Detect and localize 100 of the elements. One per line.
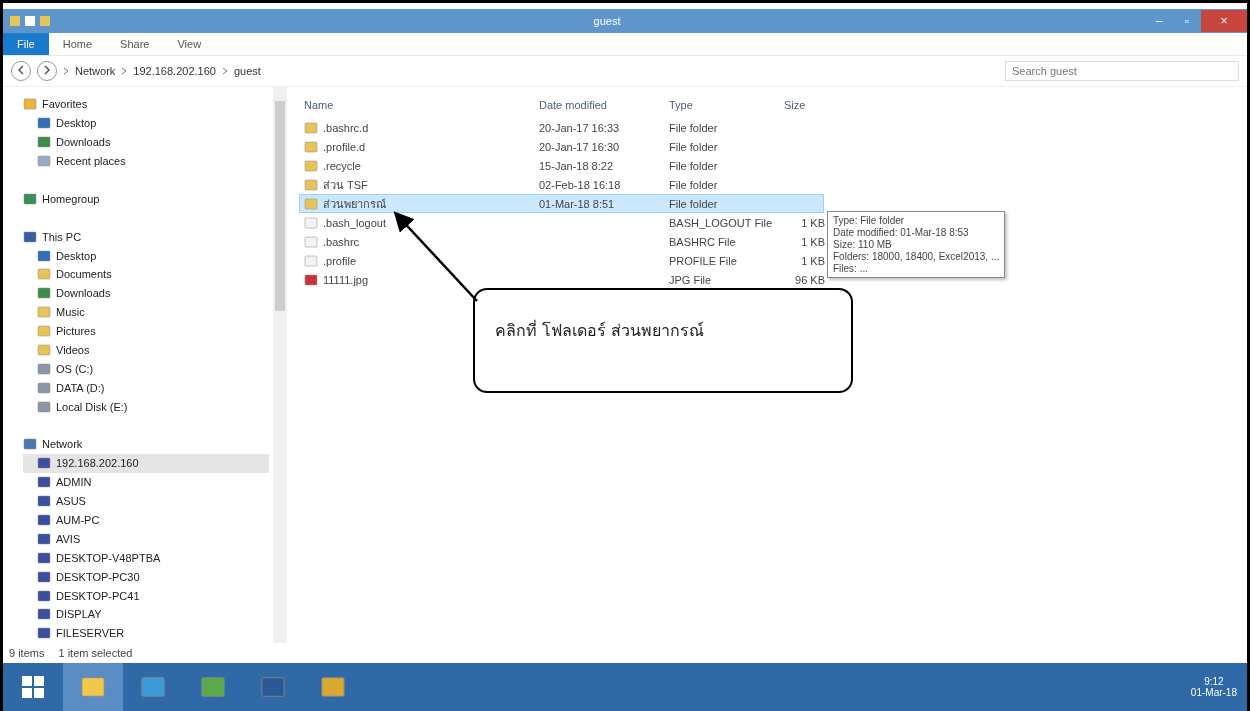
- file-name: .bashrc: [300, 234, 535, 249]
- file-row[interactable]: .profile.d 20-Jan-17 16:30 File folder: [299, 137, 824, 156]
- sidebar-label: DESKTOP-V48PTBA: [56, 551, 161, 564]
- sidebar-item[interactable]: ADMIN: [23, 472, 269, 492]
- file-name: ส่วนพยากรณ์: [300, 195, 535, 213]
- tooltip-line: Files: ...: [833, 263, 869, 274]
- search-field[interactable]: Search guest: [1005, 61, 1239, 81]
- sidebar-item[interactable]: AVIS: [23, 529, 269, 549]
- sidebar-item[interactable]: Homegroup: [23, 189, 269, 209]
- sidebar-label: DATA (D:): [56, 381, 105, 394]
- sidebar-item[interactable]: Favorites: [23, 95, 269, 114]
- status-text: 9 items: [9, 647, 45, 659]
- size-cell-text: 96 KB: [794, 273, 825, 286]
- sidebar-label: FILESERVER: [56, 627, 125, 640]
- chevron-icon: [221, 67, 228, 75]
- sidebar-item[interactable]: 192.168.202.160: [23, 453, 269, 473]
- file-row[interactable]: .profile PROFILE File 1 KB: [299, 251, 824, 270]
- sidebar-item[interactable]: This PC: [23, 227, 269, 247]
- file-name: .bash_logout: [300, 215, 535, 230]
- sidebar-item[interactable]: ASUS: [23, 491, 269, 511]
- sidebar-item[interactable]: Desktop: [23, 246, 269, 265]
- file-row[interactable]: .bash_logout BASH_LOGOUT File 1 KB: [299, 213, 824, 232]
- chevron-icon: [121, 67, 128, 75]
- close-button[interactable]: ×: [1201, 10, 1247, 32]
- date-cell-text: 20-Jan-17 16:30: [538, 140, 621, 153]
- sidebar-item[interactable]: OS (C:): [23, 359, 269, 379]
- sidebar-item[interactable]: DISPLAY: [23, 605, 269, 624]
- column-header[interactable]: Type: [665, 98, 780, 111]
- file-row[interactable]: .bashrc BASHRC File 1 KB: [299, 232, 824, 251]
- sidebar-label: ASUS: [56, 495, 86, 508]
- sidebar-label: 192.168.202.160: [56, 457, 139, 470]
- type-cell-text: File folder: [668, 179, 719, 191]
- sidebar-item[interactable]: Downloads: [23, 132, 269, 152]
- ribbon-tab[interactable]: Share: [106, 33, 164, 55]
- ribbon-tab[interactable]: File: [3, 33, 49, 55]
- sidebar-item[interactable]: DESKTOP-PC30: [23, 567, 269, 587]
- date-cell-text: 20-Jan-17 16:33: [538, 121, 621, 134]
- back-button[interactable]: [11, 61, 31, 81]
- size-cell-text: 1 KB: [800, 235, 825, 248]
- file-row[interactable]: ส่วน TSF 02-Feb-18 16:18 File folder: [299, 175, 824, 194]
- sidebar-label: DESKTOP-PC41: [56, 589, 140, 602]
- type-cell-text: File folder: [668, 121, 719, 134]
- sidebar-item[interactable]: Music: [23, 302, 269, 322]
- sidebar-item[interactable]: DATA (D:): [23, 378, 269, 398]
- type-cell-text: BASHRC File: [668, 235, 737, 248]
- file-row[interactable]: .bashrc.d 20-Jan-17 16:33 File folder: [299, 118, 824, 137]
- sidebar-item[interactable]: Local Disk (E:): [23, 397, 269, 417]
- file-name: .recycle: [300, 158, 535, 173]
- sidebar-item[interactable]: Downloads: [23, 283, 269, 303]
- file-row[interactable]: .recycle 15-Jan-18 8:22 File folder: [299, 156, 824, 175]
- file-row[interactable]: 11111.jpg JPG File 96 KB: [299, 270, 824, 289]
- sidebar-label: DESKTOP-PC30: [56, 570, 140, 583]
- sidebar-label: Network: [42, 438, 83, 451]
- sidebar-item[interactable]: FILESERVER: [23, 623, 269, 643]
- clock[interactable]: 9:12 01-Mar-18: [1190, 676, 1237, 698]
- breadcrumb-item[interactable]: guest: [233, 65, 261, 77]
- sidebar-label: OS (C:): [56, 362, 94, 375]
- sidebar-item[interactable]: DESKTOP-PC41: [23, 586, 269, 606]
- sidebar-item[interactable]: Pictures: [23, 321, 269, 341]
- sidebar-label: Documents: [56, 268, 112, 281]
- file-row[interactable]: ส่วนพยากรณ์ 01-Mar-18 8:51 File folder: [299, 194, 824, 213]
- sidebar-label: Desktop: [56, 117, 97, 130]
- scrollbar[interactable]: [273, 87, 287, 643]
- sidebar-label: ADMIN: [56, 476, 92, 489]
- type-cell-text: BASH_LOGOUT File: [668, 216, 774, 229]
- file-name: ส่วน TSF: [300, 176, 535, 194]
- tooltip-line: Folders: 18000, 18400, Excel2013, ...: [833, 251, 1000, 262]
- forward-button[interactable]: [37, 61, 57, 81]
- ribbon-tab[interactable]: View: [163, 33, 216, 55]
- file-name: .bashrc.d: [300, 120, 535, 135]
- windows-logo-icon: [22, 676, 44, 698]
- sidebar-item[interactable]: DESKTOP-V48PTBA: [23, 548, 269, 568]
- sidebar-label: Favorites: [42, 98, 88, 111]
- file-name: .profile.d: [300, 139, 535, 154]
- breadcrumb-item[interactable]: Network: [75, 65, 116, 77]
- sidebar-label: Music: [56, 306, 85, 319]
- sidebar-label: DISPLAY: [56, 608, 102, 621]
- breadcrumb-item[interactable]: 192.168.202.160: [133, 65, 216, 77]
- window-title: guest: [592, 15, 622, 27]
- sidebar-item[interactable]: Desktop: [23, 113, 269, 133]
- chevron-icon: [63, 67, 69, 75]
- tooltip-line: Date modified: 01-Mar-18 8:53: [833, 227, 970, 238]
- sidebar-label: AVIS: [56, 532, 81, 545]
- sidebar-item[interactable]: Videos: [23, 340, 269, 360]
- sidebar-item[interactable]: Recent places: [23, 151, 269, 171]
- ribbon-tab[interactable]: Home: [48, 33, 107, 55]
- column-header[interactable]: Date modified: [535, 98, 665, 111]
- date-cell-text: 15-Jan-18 8:22: [538, 159, 614, 172]
- sidebar-item[interactable]: Documents: [23, 265, 269, 284]
- sidebar-label: Local Disk (E:): [56, 400, 128, 413]
- column-header[interactable]: Name: [300, 98, 535, 111]
- type-cell-text: File folder: [668, 198, 719, 210]
- sidebar-label: Pictures: [56, 325, 96, 338]
- callout-text: คลิกที่ โฟลเดอร์ ส่วนพยากรณ์: [495, 321, 705, 340]
- date-cell-text: 01-Mar-18 8:51: [538, 198, 616, 210]
- sidebar-item[interactable]: AUM-PC: [23, 510, 269, 530]
- sidebar-item[interactable]: Network: [23, 435, 269, 454]
- column-header[interactable]: Size: [780, 98, 825, 111]
- type-cell-text: File folder: [668, 140, 719, 153]
- size-cell-text: 1 KB: [800, 254, 825, 267]
